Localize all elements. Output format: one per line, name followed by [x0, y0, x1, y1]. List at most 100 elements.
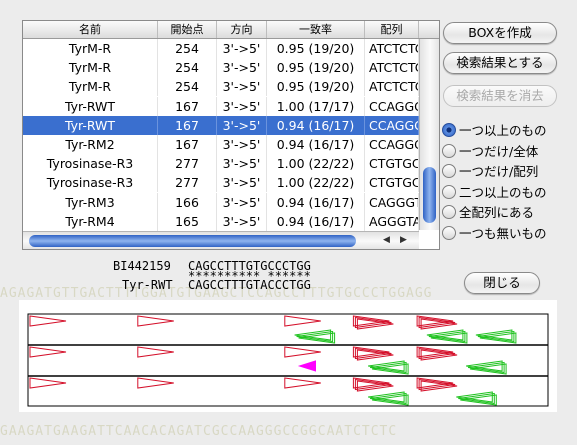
background-sequence-bottom: GAAGATGAAGATTCAACACAGATCGCCAAGGGCCGGCAAT… [0, 424, 398, 439]
cell-dir: 3'->5' [217, 135, 267, 154]
cell-name: Tyrosinase-R3 [23, 154, 158, 174]
column-header-direction[interactable]: 方向 [217, 21, 267, 38]
cell-start: 167 [158, 115, 217, 135]
primer-arrow-icon[interactable] [29, 346, 67, 358]
radio-option[interactable]: 一つだけ/配列 [442, 163, 538, 181]
vertical-scrollbar[interactable] [419, 39, 439, 230]
radio-option[interactable]: 二つ以上のもの [442, 184, 547, 202]
table-row[interactable]: Tyrosinase-R32773'->5'1.00 (22/22)CTGTGC… [23, 154, 419, 174]
cell-name: TyrM-R [23, 39, 158, 58]
cell-name: TyrM-R [23, 58, 158, 78]
cell-seq: CTGTGCC [365, 154, 419, 174]
radio-option[interactable]: 一つ以上のもの [442, 122, 547, 140]
cell-dir: 3'->5' [217, 39, 267, 58]
primer-arrow-icon[interactable] [137, 346, 174, 358]
cell-match: 0.94 (16/17) [267, 192, 365, 212]
table-row[interactable]: Tyr-RM21673'->5'0.94 (16/17)CCAGGGC [23, 135, 419, 154]
primer-arrow-icon[interactable] [29, 377, 67, 389]
radio-option[interactable]: 一つも無いもの [442, 225, 547, 243]
cell-match: 1.00 (22/22) [267, 154, 365, 174]
cell-start: 254 [158, 39, 217, 58]
table-row[interactable]: Tyr-RM41653'->5'0.94 (16/17)AGGGTAC [23, 211, 419, 231]
radio-label: 一つだけ/全体 [459, 143, 539, 159]
cell-match: 1.00 (22/22) [267, 173, 365, 193]
table-row[interactable]: Tyr-RWT1673'->5'0.94 (16/17)CCAGGGC [23, 115, 419, 135]
alignment-query-name: Tyr-RWT [122, 278, 173, 292]
table-row[interactable]: Tyr-RWT1673'->5'1.00 (17/17)CCAGGGC [23, 96, 419, 116]
radio-label: 二つ以上のもの [459, 184, 547, 200]
primer-arrow-icon[interactable] [137, 377, 174, 389]
table-row[interactable]: TyrM-R 254 3'->5' 0.95 (19/20) ATCTCTC [23, 58, 419, 78]
table-row[interactable]: TyrM-R 254 3'->5' 0.95 (19/20) ATCTCTC [23, 39, 419, 58]
radio-label: 一つも無いもの [459, 225, 547, 241]
cell-dir: 3'->5' [217, 58, 267, 78]
scroll-right-arrow-icon[interactable]: ▶ [400, 235, 407, 245]
clear-search-result-button[interactable]: 検索結果を消去 [443, 85, 557, 107]
radio-option[interactable]: 全配列にある [442, 204, 534, 222]
cell-dir: 3'->5' [217, 192, 267, 212]
primer-arrow-icon[interactable] [29, 315, 67, 327]
cell-start: 165 [158, 211, 217, 231]
primer-arrow-icon[interactable] [284, 377, 321, 389]
cell-seq: CCAGGGC [365, 115, 419, 135]
set-search-result-button[interactable]: 検索結果とする [443, 52, 557, 74]
cell-dir: 3'->5' [217, 173, 267, 193]
cell-dir: 3'->5' [217, 77, 267, 97]
cell-start: 167 [158, 96, 217, 116]
cell-seq: CAGGGTC [365, 192, 419, 212]
cell-match: 0.95 (19/20) [267, 77, 365, 97]
alignment-subject-name: BI442159 [113, 259, 171, 273]
cell-seq: CCAGGGC [365, 135, 419, 154]
primer-map [27, 313, 549, 407]
primer-arrow-icon[interactable] [137, 315, 174, 327]
horizontal-scrollbar[interactable]: ◀ ▶ [23, 231, 419, 249]
vertical-scroll-thumb[interactable] [423, 167, 436, 223]
cell-match: 0.94 (16/17) [267, 135, 365, 154]
cell-dir: 3'->5' [217, 96, 267, 116]
cell-match: 0.94 (16/17) [267, 115, 365, 135]
results-table[interactable]: 名前 開始点 方向 一致率 配列 TyrM-R 254 3'->5' 0.95 (19… [22, 20, 440, 250]
create-box-button[interactable]: BOXを作成 [443, 22, 557, 44]
radio-button-icon[interactable] [442, 143, 456, 158]
cell-name: Tyrosinase-R3 [23, 173, 158, 193]
table-row[interactable]: Tyrosinase-R32773'->5'1.00 (22/22)CTGTGC… [23, 173, 419, 193]
table-row[interactable]: Tyr-RM31663'->5'0.94 (16/17)CAGGGTC [23, 192, 419, 212]
cell-seq: ATCTCTC [365, 39, 419, 58]
column-header-match[interactable]: 一致率 [267, 21, 365, 38]
cell-name: TyrM-R [23, 77, 158, 97]
radio-button-icon[interactable] [442, 225, 456, 240]
table-row[interactable]: TyrM-R 254 3'->5' 0.95 (19/20) ATCTCTC [23, 77, 419, 97]
cell-name: Tyr-RWT [23, 96, 158, 116]
cell-seq: AGGGTAC [365, 211, 419, 231]
table-header: 名前 開始点 方向 一致率 配列 [23, 21, 439, 39]
cell-match: 0.95 (19/20) [267, 39, 365, 58]
cell-match: 0.94 (16/17) [267, 211, 365, 231]
cell-match: 1.00 (17/17) [267, 96, 365, 116]
column-header-start[interactable]: 開始点 [158, 21, 217, 38]
cell-name: Tyr-RM2 [23, 135, 158, 154]
cell-dir: 3'->5' [217, 154, 267, 174]
radio-option[interactable]: 一つだけ/全体 [442, 143, 538, 161]
cell-name: Tyr-RWT [23, 115, 158, 135]
cell-seq: ATCTCTC [365, 77, 419, 97]
cell-start: 254 [158, 58, 217, 78]
primer-arrow-icon[interactable] [297, 360, 316, 372]
primer-arrow-icon[interactable] [284, 315, 321, 327]
primer-arrow-icon[interactable] [284, 346, 321, 358]
radio-button-icon[interactable] [442, 164, 456, 178]
radio-button-icon[interactable] [442, 123, 456, 137]
cell-start: 254 [158, 77, 217, 97]
column-header-name[interactable]: 名前 [23, 21, 158, 38]
column-header-sequence[interactable]: 配列 [365, 21, 419, 38]
radio-label: 一つだけ/配列 [459, 164, 539, 179]
horizontal-scroll-thumb[interactable] [29, 235, 356, 247]
radio-label: 一つ以上のもの [459, 123, 547, 138]
cell-name: Tyr-RM3 [23, 192, 158, 212]
primer-map-panel [19, 300, 557, 412]
cell-start: 167 [158, 135, 217, 154]
close-button[interactable]: 閉じる [464, 272, 540, 294]
map-frame [27, 313, 549, 407]
radio-button-icon[interactable] [442, 184, 456, 199]
radio-button-icon[interactable] [442, 205, 456, 219]
scroll-left-arrow-icon[interactable]: ◀ [383, 235, 390, 245]
